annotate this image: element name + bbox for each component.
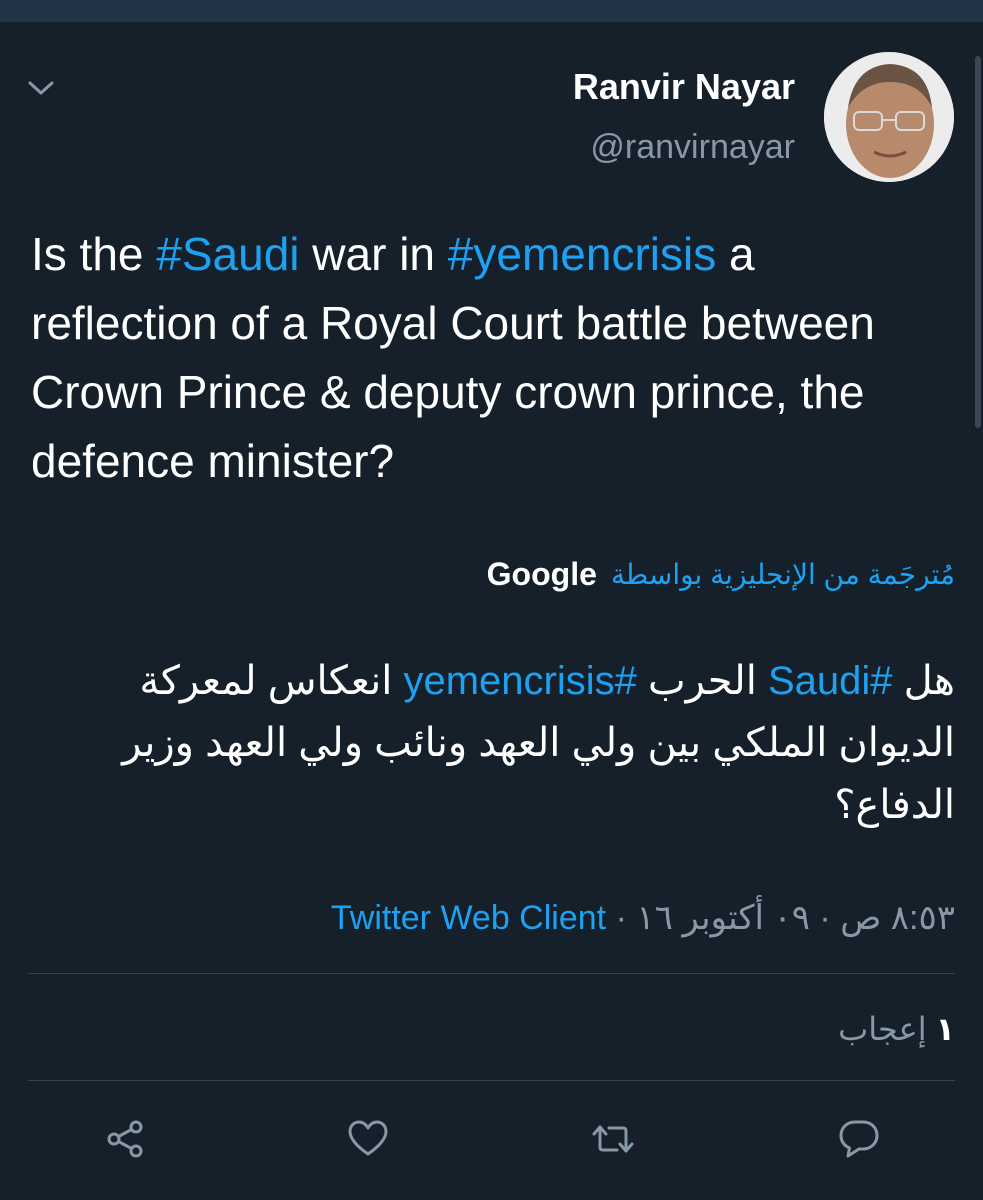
scrollbar[interactable] bbox=[975, 56, 981, 428]
tweet-text-segment: Is the bbox=[31, 228, 157, 280]
share-button[interactable] bbox=[102, 1116, 148, 1162]
divider bbox=[28, 973, 955, 974]
hashtag-link[interactable]: #yemencrisis bbox=[403, 659, 636, 703]
hashtag-link[interactable]: #Saudi bbox=[768, 659, 893, 703]
translation-provider-logo: Google bbox=[486, 556, 597, 592]
translated-text-segment: الحرب bbox=[636, 659, 768, 703]
tweet-meta: ٨:٥٣ ص · ٠٩ أكتوبر ١٦ · Twitter Web Clie… bbox=[331, 898, 955, 938]
retweet-button[interactable] bbox=[590, 1116, 636, 1162]
timestamp: ٨:٥٣ ص · ٠٩ أكتوبر ١٦ · bbox=[606, 899, 955, 937]
translation-label[interactable]: مُترجَمة من الإنجليزية بواسطة bbox=[611, 558, 955, 591]
heart-icon bbox=[348, 1120, 388, 1156]
likes-label: إعجاب bbox=[838, 1011, 927, 1047]
client-link[interactable]: Twitter Web Client bbox=[331, 899, 606, 937]
tweet-text: Is the #Saudi war in #yemencrisis a refl… bbox=[31, 220, 931, 496]
reply-icon bbox=[839, 1120, 879, 1158]
reply-button[interactable] bbox=[836, 1116, 882, 1162]
avatar[interactable] bbox=[824, 52, 954, 182]
retweet-icon bbox=[592, 1125, 634, 1153]
translated-text: هل #Saudi الحرب #yemencrisis انعكاس لمعر… bbox=[55, 650, 955, 836]
hashtag-link[interactable]: #yemencrisis bbox=[448, 228, 716, 280]
hashtag-link[interactable]: #Saudi bbox=[156, 228, 299, 280]
chevron-down-icon[interactable] bbox=[27, 76, 55, 100]
author-name[interactable]: Ranvir Nayar bbox=[573, 66, 795, 108]
status-bar bbox=[0, 0, 983, 22]
tweet-text-segment: war in bbox=[299, 228, 448, 280]
like-button[interactable] bbox=[345, 1116, 391, 1162]
likes-count: ١ bbox=[935, 1011, 955, 1047]
likes-count-link[interactable]: ١ إعجاب bbox=[838, 1010, 955, 1048]
translated-text-segment: هل bbox=[892, 659, 955, 703]
divider bbox=[28, 1080, 955, 1081]
author-handle[interactable]: @ranvirnayar bbox=[590, 128, 795, 167]
share-icon bbox=[107, 1120, 143, 1158]
translation-attribution: مُترجَمة من الإنجليزية بواسطة Google bbox=[487, 556, 955, 593]
